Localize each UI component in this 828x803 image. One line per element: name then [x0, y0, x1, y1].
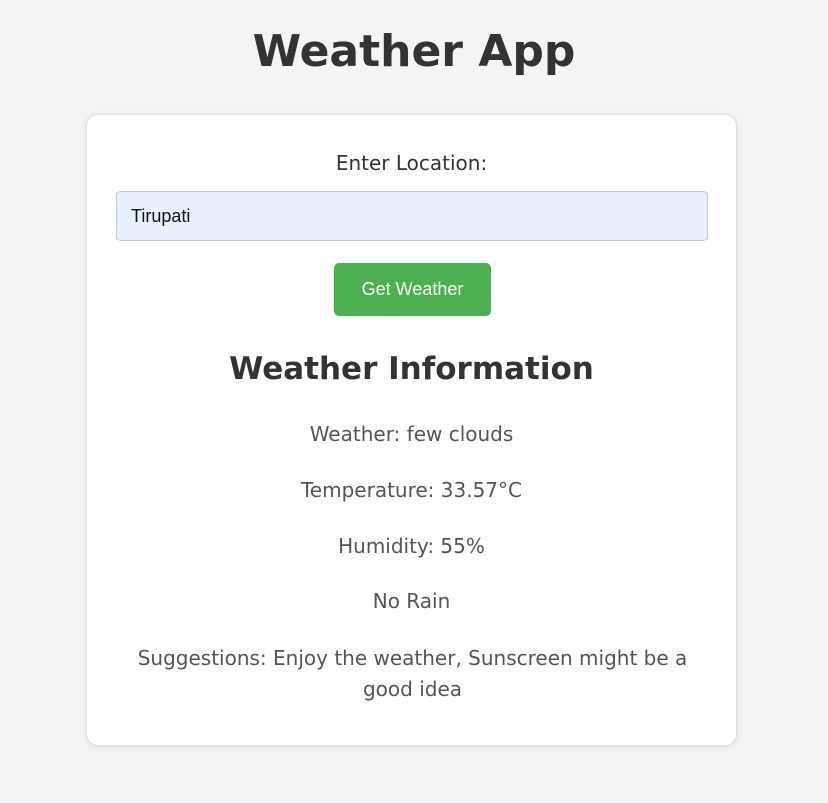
weather-condition-text: Weather: few clouds [309, 422, 514, 446]
temperature-text: Temperature: 33.57°C [300, 478, 522, 502]
suggestions-text: Suggestions: Enjoy the weather, Sunscree… [137, 646, 688, 701]
get-weather-button[interactable]: Get Weather [334, 263, 491, 316]
humidity-text: Humidity: 55% [338, 534, 485, 558]
weather-info-heading: Weather Information [229, 351, 594, 387]
location-label: Enter Location: [335, 151, 488, 175]
weather-card: Enter Location: Get Weather Weather Info… [86, 114, 737, 746]
location-input[interactable] [116, 191, 708, 241]
rain-status-text: No Rain [372, 589, 451, 613]
app-title: Weather App [252, 26, 576, 77]
